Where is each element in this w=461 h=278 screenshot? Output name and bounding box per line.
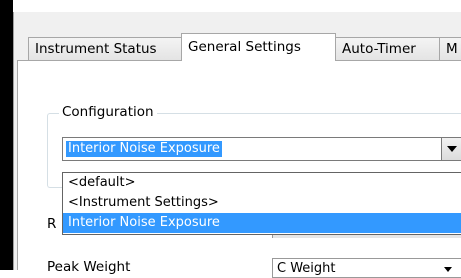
tab-auto-timer[interactable]: Auto-Timer (335, 37, 440, 61)
peak-weight-label: Peak Weight (47, 259, 131, 275)
peak-weight-combobox[interactable]: C Weight (272, 258, 461, 278)
r-row-label: R (47, 216, 57, 232)
dropdown-option-instrument-settings[interactable]: <Instrument Settings> (63, 193, 461, 213)
tab-label: M (446, 41, 458, 57)
configuration-dropdown-list: <default> <Instrument Settings> Interior… (62, 172, 461, 235)
tab-more[interactable]: M (439, 37, 461, 61)
chevron-down-icon (447, 146, 457, 152)
window-top-edge (0, 0, 461, 12)
window-left-frame (0, 0, 13, 270)
dropdown-option-default[interactable]: <default> (63, 173, 461, 193)
tab-label: Instrument Status (35, 41, 157, 57)
dropdown-option-interior-noise-exposure[interactable]: Interior Noise Exposure (63, 213, 461, 233)
configuration-dropdown-button[interactable] (441, 138, 461, 160)
tab-label: Auto-Timer (342, 41, 416, 57)
tab-general-settings[interactable]: General Settings (181, 33, 336, 61)
tab-label: General Settings (188, 39, 301, 55)
peak-weight-value: C Weight (277, 261, 336, 276)
tab-instrument-status[interactable]: Instrument Status (28, 37, 182, 61)
configuration-selected-value: Interior Noise Exposure (66, 141, 222, 157)
configuration-combobox[interactable]: Interior Noise Exposure (62, 137, 461, 161)
configuration-group-label: Configuration (59, 103, 157, 121)
